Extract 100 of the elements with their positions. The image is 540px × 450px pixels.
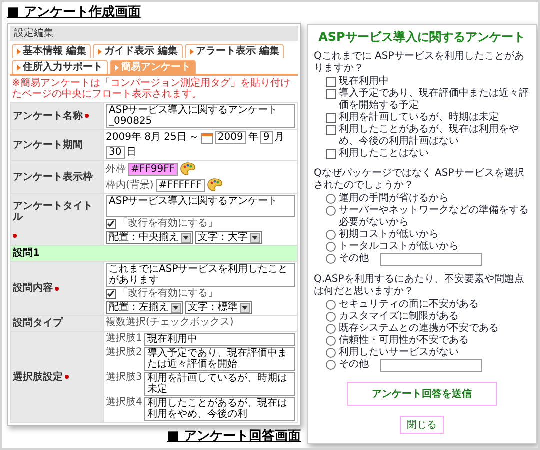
option-label: その他 [339, 253, 369, 265]
option-label: カスタマイズに制限がある [339, 311, 459, 322]
tab[interactable]: ガイド表示 編集 [93, 44, 183, 58]
question-text: Q.ASPを利用するにあたり、不安要素や問題点は何だと思いますか？ [314, 274, 526, 298]
dropdown[interactable]: 配置：左揃え [106, 301, 183, 314]
option-label: サーバーやネットワークなどの準備をする必要がないから [339, 205, 530, 228]
color-label: 外枠 [106, 164, 126, 174]
tab[interactable]: 住所入力サポート [12, 60, 108, 74]
option-label: 信頼性・可用性が不安である [339, 335, 469, 346]
dropdown[interactable]: 文字：大字 [195, 231, 262, 244]
field-label: アンケートタイトル [13, 200, 94, 223]
start-date: 2009年 8月 25日 [106, 132, 187, 143]
checkbox[interactable] [326, 89, 336, 99]
option-label: 既存システムとの連携が不安である [339, 323, 499, 334]
close-button[interactable]: 閉じる [400, 416, 444, 434]
caret-icon[interactable] [181, 232, 191, 242]
option-label: 利用したいサービスがない [339, 347, 459, 359]
checkbox[interactable] [326, 125, 336, 135]
palette-icon[interactable] [180, 162, 196, 176]
caret-icon[interactable] [250, 232, 260, 242]
option-label: トータルコストが低いから [339, 241, 459, 253]
palette-icon[interactable] [206, 178, 223, 192]
range-separator: ～ [188, 132, 199, 143]
choice-field[interactable]: 現在利用中 [144, 333, 295, 346]
tab[interactable]: アラート表示 編集 [184, 44, 284, 58]
dropdown[interactable]: 配置：中央揃え [106, 231, 193, 244]
date-field[interactable]: 2009 [214, 131, 246, 144]
triangle-icon [17, 48, 21, 54]
option-label: 利用を計画しているが、時期は未定 [339, 112, 499, 124]
checkbox[interactable] [106, 218, 116, 228]
notice-text: ※簡易アンケートは「コンバージョン測定用タグ」を貼り付けたページの中央にフロート表示されます。 [11, 76, 292, 102]
checkbox[interactable] [106, 288, 116, 298]
radio-button[interactable] [326, 324, 336, 334]
checkbox-label: 「改行を有効にする」 [118, 288, 218, 299]
dropdown[interactable]: 文字：標準 [185, 301, 252, 314]
choice-label: 選択肢4 [106, 397, 142, 408]
option-label: 現在利用中 [339, 76, 389, 88]
input-field[interactable] [380, 359, 482, 372]
option-label: 利用したことがあるが、現在は利用をやめ、今後の利用計画はない [339, 124, 520, 148]
caret-icon[interactable] [240, 302, 250, 312]
text-area[interactable]: これまでにASPサービスを利用したことがあります [106, 263, 295, 287]
option-label: その他 [339, 359, 369, 371]
checkbox[interactable] [326, 149, 336, 159]
triangle-icon [115, 64, 119, 70]
radio-button[interactable] [326, 300, 336, 310]
color-label: 枠内(背景) [106, 180, 154, 190]
checkbox-label: 「改行を有効にする」 [118, 218, 218, 229]
radio-button[interactable] [326, 360, 336, 370]
choice-label: 選択肢1 [106, 333, 142, 344]
radio-button[interactable] [326, 254, 336, 264]
triangle-icon [98, 48, 102, 54]
choice-field[interactable]: 導入予定であり、現在評価中または近々評価を開始 [144, 347, 295, 371]
field-label: アンケート表示枠 [13, 172, 93, 182]
survey-title: ASPサービス導入に関するアンケート [318, 31, 526, 43]
input-field[interactable] [380, 253, 482, 266]
color-field[interactable]: #FF99FF [128, 162, 178, 176]
question-text: Qなぜパッケージではなく ASPサービスを選択されたのでしょうか？ [314, 168, 526, 192]
radio-button[interactable] [326, 206, 336, 216]
field-label: 設問内容 [13, 283, 53, 294]
option-label: 初期コストが低いから [339, 229, 439, 241]
option-label: 導入予定であり、現在評価中または近々評価を開始する予定 [339, 88, 530, 112]
caret-icon[interactable] [171, 302, 181, 312]
calendar-icon[interactable] [200, 132, 213, 144]
panel-header: 設定編集 [10, 26, 298, 41]
question-header: 設問1 [11, 246, 297, 261]
field-label: 選択肢設定 [13, 372, 63, 382]
submit-button[interactable]: アンケート回答を送信 [347, 382, 497, 406]
field-label: アンケート期間 [13, 140, 83, 150]
choice-field[interactable]: 利用を計画しているが、時期は未定 [144, 372, 295, 396]
date-unit: 年 [248, 132, 258, 143]
radio-button[interactable] [326, 242, 336, 252]
radio-button[interactable] [326, 312, 336, 322]
question-text: Qこれまでに ASPサービスを利用したことがありますか？ [314, 51, 526, 75]
color-field[interactable]: #FFFFFF [156, 178, 205, 192]
option-label: 利用したことはない [339, 148, 429, 160]
triangle-icon [17, 64, 21, 70]
section-heading: ■ アンケート回答画面 [167, 429, 301, 445]
option-label: 運用の手間が省けるから [339, 193, 449, 205]
radio-button[interactable] [326, 336, 336, 346]
date-unit: 日 [126, 147, 137, 158]
date-field[interactable]: 9 [260, 131, 273, 144]
radio-button[interactable] [326, 194, 336, 204]
checkbox[interactable] [326, 77, 336, 87]
choice-field[interactable]: 利用したことがあるが、現在は利用をやめ、今後の利 [144, 397, 295, 421]
field-label: 設問タイプ [13, 318, 63, 329]
radio-button[interactable] [326, 230, 336, 240]
date-field[interactable]: 30 [106, 146, 125, 159]
field-value: 複数選択(チェックボックス) [106, 317, 235, 328]
date-unit: 月 [274, 132, 285, 143]
input-field[interactable]: ASPサービス導入に関するアンケート_090825 [106, 104, 295, 128]
section-heading: ■ アンケート作成画面 [7, 5, 141, 21]
tab[interactable]: 基本情報 編集 [12, 44, 92, 58]
choice-label: 選択肢2 [106, 347, 142, 358]
checkbox[interactable] [326, 113, 336, 123]
field-label: アンケート名称 [13, 110, 83, 122]
radio-button[interactable] [326, 348, 336, 358]
text-area[interactable]: ASPサービス導入に関するアンケート [106, 195, 295, 217]
choice-label: 選択肢3 [106, 372, 142, 383]
triangle-icon [190, 48, 194, 54]
option-label: セキュリティの面に不安がある [339, 299, 479, 310]
